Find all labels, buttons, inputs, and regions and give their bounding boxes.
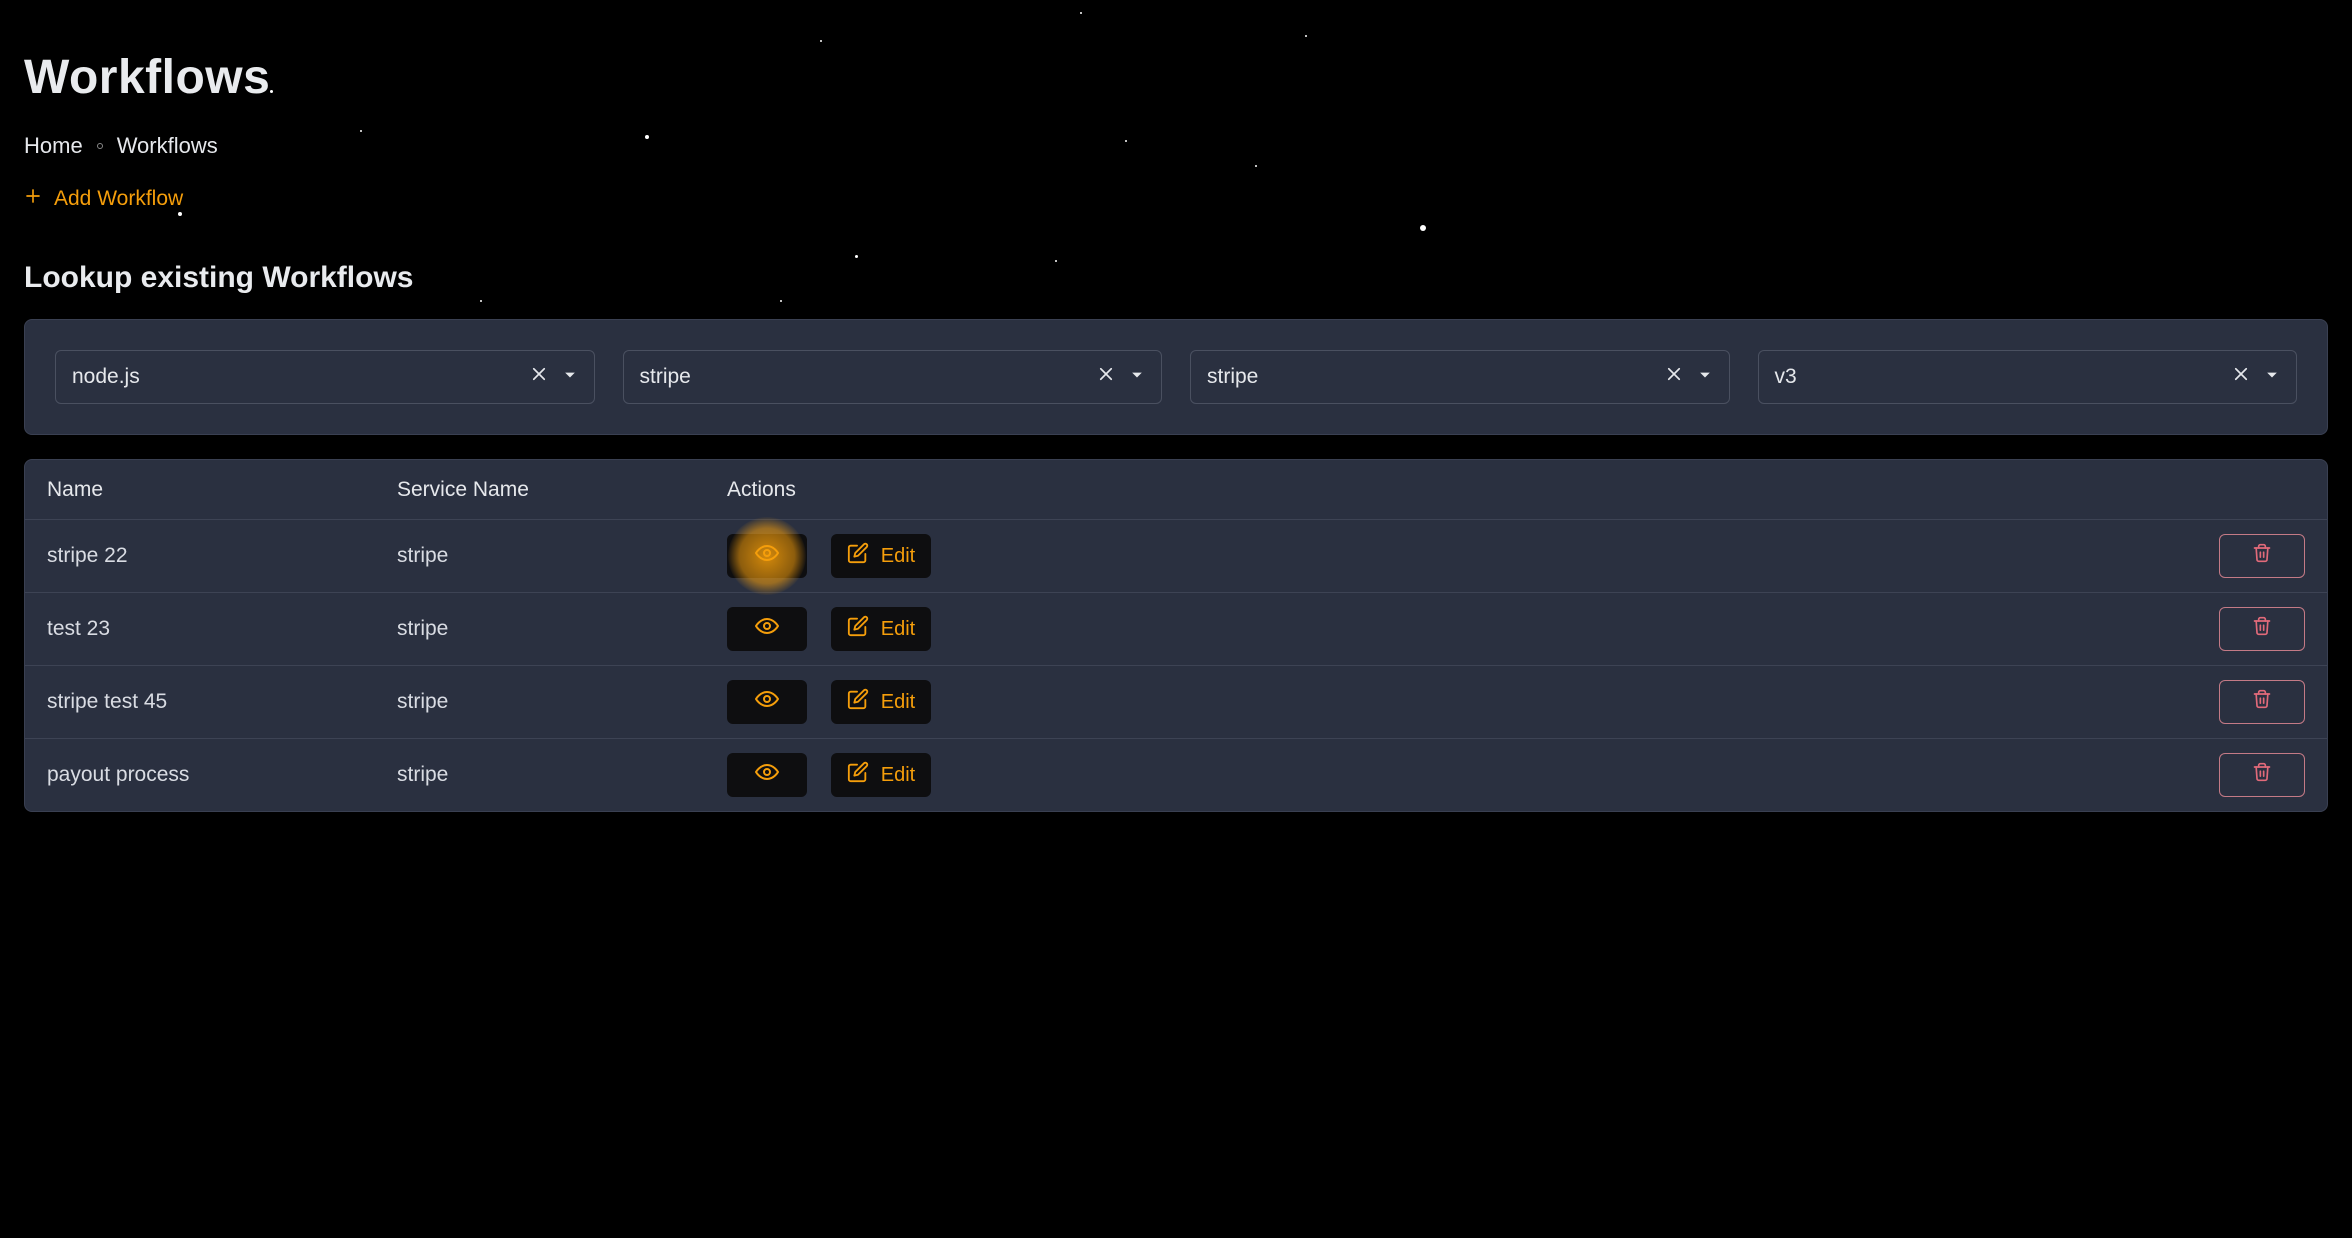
- chevron-down-icon[interactable]: [2264, 365, 2280, 389]
- column-header-actions: Actions: [727, 478, 2085, 502]
- edit-icon: [847, 542, 869, 570]
- view-button[interactable]: [727, 680, 807, 724]
- eye-icon: [755, 614, 779, 644]
- cell-name: stripe test 45: [47, 690, 397, 714]
- table-row: stripe 22 stripe Edit: [25, 520, 2327, 593]
- chevron-down-icon[interactable]: [1129, 365, 1145, 389]
- table-row: payout process stripe Edit: [25, 739, 2327, 811]
- cell-name: payout process: [47, 763, 397, 787]
- edit-icon: [847, 615, 869, 643]
- cell-service: stripe: [397, 617, 727, 641]
- delete-button[interactable]: [2219, 534, 2305, 578]
- edit-label: Edit: [881, 691, 915, 714]
- trash-icon: [2252, 543, 2272, 569]
- clear-icon[interactable]: [1097, 365, 1115, 389]
- star-decoration: [1080, 12, 1082, 14]
- cell-name: test 23: [47, 617, 397, 641]
- star-decoration: [820, 40, 822, 42]
- column-header-service: Service Name: [397, 478, 727, 502]
- cell-name: stripe 22: [47, 544, 397, 568]
- clear-icon[interactable]: [530, 365, 548, 389]
- add-workflow-button[interactable]: Add Workflow: [24, 187, 183, 211]
- trash-icon: [2252, 762, 2272, 788]
- edit-button[interactable]: Edit: [831, 607, 931, 651]
- delete-button[interactable]: [2219, 753, 2305, 797]
- filter-bar: node.js stripe stripe v3: [24, 319, 2328, 435]
- add-workflow-label: Add Workflow: [54, 187, 183, 211]
- plus-icon: [24, 187, 42, 211]
- clear-icon[interactable]: [1665, 365, 1683, 389]
- table-row: stripe test 45 stripe Edit: [25, 666, 2327, 739]
- breadcrumb-separator-icon: [97, 143, 103, 149]
- star-decoration: [1305, 35, 1307, 37]
- workflows-table: Name Service Name Actions stripe 22 stri…: [24, 459, 2328, 812]
- edit-label: Edit: [881, 764, 915, 787]
- view-button[interactable]: [727, 607, 807, 651]
- eye-icon: [755, 541, 779, 571]
- filter-value: v3: [1775, 365, 1797, 389]
- view-button[interactable]: [727, 534, 807, 578]
- filter-combo-2[interactable]: stripe: [1190, 350, 1730, 404]
- breadcrumb: Home Workflows: [24, 133, 2328, 159]
- table-row: test 23 stripe Edit: [25, 593, 2327, 666]
- trash-icon: [2252, 689, 2272, 715]
- table-header-row: Name Service Name Actions: [25, 460, 2327, 520]
- edit-label: Edit: [881, 618, 915, 641]
- edit-button[interactable]: Edit: [831, 680, 931, 724]
- filter-value: node.js: [72, 365, 140, 389]
- filter-combo-3[interactable]: v3: [1758, 350, 2298, 404]
- clear-icon[interactable]: [2232, 365, 2250, 389]
- column-header-name: Name: [47, 478, 397, 502]
- edit-button[interactable]: Edit: [831, 534, 931, 578]
- filter-value: stripe: [1207, 365, 1258, 389]
- edit-icon: [847, 761, 869, 789]
- page-title: Workflows: [24, 50, 2328, 105]
- cell-service: stripe: [397, 544, 727, 568]
- edit-label: Edit: [881, 545, 915, 568]
- section-title: Lookup existing Workflows: [24, 261, 2328, 295]
- breadcrumb-current: Workflows: [117, 133, 218, 159]
- cell-service: stripe: [397, 763, 727, 787]
- delete-button[interactable]: [2219, 607, 2305, 651]
- filter-value: stripe: [640, 365, 691, 389]
- trash-icon: [2252, 616, 2272, 642]
- view-button[interactable]: [727, 753, 807, 797]
- chevron-down-icon[interactable]: [1697, 365, 1713, 389]
- cell-service: stripe: [397, 690, 727, 714]
- breadcrumb-home[interactable]: Home: [24, 133, 83, 159]
- filter-combo-1[interactable]: stripe: [623, 350, 1163, 404]
- delete-button[interactable]: [2219, 680, 2305, 724]
- eye-icon: [755, 687, 779, 717]
- filter-combo-0[interactable]: node.js: [55, 350, 595, 404]
- eye-icon: [755, 760, 779, 790]
- edit-icon: [847, 688, 869, 716]
- chevron-down-icon[interactable]: [562, 365, 578, 389]
- edit-button[interactable]: Edit: [831, 753, 931, 797]
